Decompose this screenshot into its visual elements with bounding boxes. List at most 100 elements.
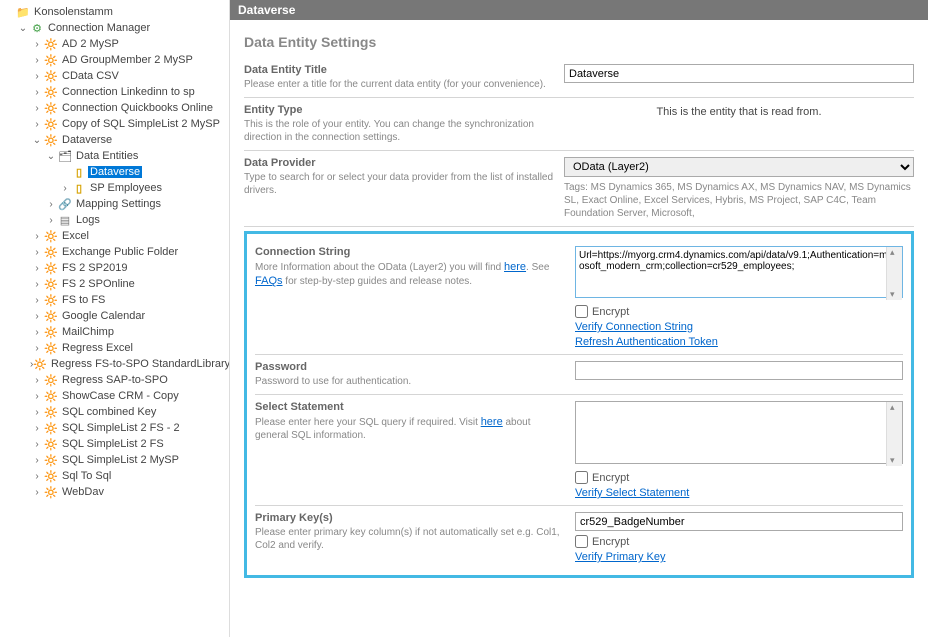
input-entity-title[interactable] [564, 64, 914, 83]
checkbox-conn-encrypt[interactable]: Encrypt [575, 305, 903, 318]
tree-connection[interactable]: ›Sql To Sql [2, 468, 229, 484]
connection-icon [44, 454, 58, 467]
tree-connection[interactable]: ›WebDav [2, 484, 229, 500]
tree-label: Copy of SQL SimpleList 2 MySP [60, 118, 222, 130]
expander-icon[interactable]: › [30, 487, 44, 498]
tree-connection[interactable]: › Copy of SQL SimpleList 2 MySP [2, 116, 229, 132]
expander-icon[interactable]: ⌄ [30, 135, 44, 146]
tree-connection[interactable]: › Connection Linkedinn to sp [2, 84, 229, 100]
select-data-provider[interactable]: OData (Layer2) [564, 157, 914, 177]
input-primary-key[interactable] [575, 512, 903, 531]
expander-icon[interactable]: › [30, 119, 44, 130]
tree-view[interactable]: › Konsolenstamm ⌄ Connection Manager › AD… [0, 0, 230, 637]
tree-connection[interactable]: ›Connection Quickbooks Online [2, 100, 229, 116]
label-password: Password [255, 361, 565, 373]
tree-connection[interactable]: ›SQL SimpleList 2 FS - 2 [2, 420, 229, 436]
expander-icon[interactable]: › [30, 247, 44, 258]
connection-icon [44, 438, 58, 451]
highlighted-settings-box: Connection String More Information about… [244, 231, 914, 578]
expander-icon[interactable]: › [30, 311, 44, 322]
right-pane: Dataverse Data Entity Settings Data Enti… [230, 0, 928, 637]
tree-connection[interactable]: ›FS 2 SPOnline [2, 276, 229, 292]
link-conn-faqs[interactable]: FAQs [255, 275, 283, 287]
tree-connection-dataverse[interactable]: ⌄Dataverse [2, 132, 229, 148]
expander-icon[interactable]: › [30, 55, 44, 66]
expander-icon[interactable]: › [30, 295, 44, 306]
tree-connection[interactable]: ›Regress Excel [2, 340, 229, 356]
tree-connection[interactable]: ›Regress FS-to-SPO StandardLibrary [2, 356, 229, 372]
tree-entity-dataverse[interactable]: ›Dataverse [2, 164, 229, 180]
expander-icon[interactable]: › [58, 183, 72, 194]
expander-icon[interactable]: › [44, 199, 58, 210]
tree-connection[interactable]: › AD 2 MySP [2, 36, 229, 52]
expander-icon[interactable]: › [30, 103, 44, 114]
connection-icon [33, 358, 47, 371]
help-data-provider: Type to search for or select your data p… [244, 171, 554, 197]
scrollbar[interactable] [886, 247, 902, 300]
checkbox-select-encrypt[interactable]: Encrypt [575, 471, 903, 484]
tree-connection[interactable]: ›SQL combined Key [2, 404, 229, 420]
tree-entity-sp-employees[interactable]: ›SP Employees [2, 180, 229, 196]
help-entity-title: Please enter a title for the current dat… [244, 78, 554, 91]
expander-icon[interactable]: › [30, 423, 44, 434]
tree-connection[interactable]: ›SQL SimpleList 2 MySP [2, 452, 229, 468]
tree-label: Regress SAP-to-SPO [60, 374, 170, 386]
expander-icon[interactable]: ⌄ [16, 23, 30, 34]
expander-icon[interactable]: › [30, 439, 44, 450]
input-password[interactable] [575, 361, 903, 380]
textarea-select-statement[interactable] [575, 401, 903, 464]
tree-label: Google Calendar [60, 310, 147, 322]
tree-logs[interactable]: ›Logs [2, 212, 229, 228]
tree-connection[interactable]: › Google Calendar [2, 308, 229, 324]
tree-connection[interactable]: › Regress SAP-to-SPO [2, 372, 229, 388]
link-refresh-token[interactable]: Refresh Authentication Token [575, 336, 903, 348]
tree-connection[interactable]: › MailChimp [2, 324, 229, 340]
tree-data-entities[interactable]: ⌄ Data Entities [2, 148, 229, 164]
expander-icon[interactable]: › [30, 279, 44, 290]
tree-connection[interactable]: ›Exchange Public Folder [2, 244, 229, 260]
expander-icon[interactable]: › [30, 343, 44, 354]
tree-label: Data Entities [74, 150, 140, 162]
expander-icon[interactable]: › [44, 215, 58, 226]
tree-connection[interactable]: ›FS to FS [2, 292, 229, 308]
expander-icon[interactable]: › [30, 87, 44, 98]
scrollbar[interactable] [886, 402, 902, 466]
expander-icon[interactable]: › [30, 391, 44, 402]
tree-connection-manager[interactable]: ⌄ Connection Manager [2, 20, 229, 36]
expander-icon[interactable]: › [30, 327, 44, 338]
textarea-connection-string[interactable]: Url=https://myorg.crm4.dynamics.com/api/… [575, 246, 903, 298]
expander-icon[interactable]: › [30, 71, 44, 82]
label-connection-string: Connection String [255, 246, 565, 258]
tree-connection[interactable]: ›ShowCase CRM - Copy [2, 388, 229, 404]
expander-icon[interactable]: › [30, 231, 44, 242]
tree-connection[interactable]: ›Excel [2, 228, 229, 244]
link-verify-connection[interactable]: Verify Connection String [575, 321, 903, 333]
tree-label: AD GroupMember 2 MySP [60, 54, 195, 66]
expander-icon[interactable]: › [30, 263, 44, 274]
link-verify-pkey[interactable]: Verify Primary Key [575, 551, 903, 563]
expander-icon[interactable]: › [30, 455, 44, 466]
tree-connection[interactable]: › AD GroupMember 2 MySP [2, 52, 229, 68]
tree-mapping-settings[interactable]: ›Mapping Settings [2, 196, 229, 212]
row-entity-title: Data Entity Title Please enter a title f… [244, 58, 914, 98]
expander-icon[interactable]: › [30, 407, 44, 418]
expander-icon[interactable]: › [30, 375, 44, 386]
tree-root[interactable]: › Konsolenstamm [2, 4, 229, 20]
tree-connection[interactable]: ›FS 2 SP2019 [2, 260, 229, 276]
link-select-here[interactable]: here [481, 416, 503, 428]
tree-label: MailChimp [60, 326, 116, 338]
link-conn-here[interactable]: here [504, 261, 526, 273]
checkbox-pkey-encrypt[interactable]: Encrypt [575, 535, 903, 548]
mapping-icon [58, 198, 72, 211]
folder-icon [16, 6, 30, 19]
link-verify-select[interactable]: Verify Select Statement [575, 487, 903, 499]
expander-icon[interactable]: ⌄ [44, 151, 58, 162]
expander-icon[interactable]: › [30, 471, 44, 482]
tree-label: Connection Manager [46, 22, 152, 34]
label-primary-key: Primary Key(s) [255, 512, 565, 524]
expander-icon[interactable]: › [30, 39, 44, 50]
tree-connection[interactable]: ›SQL SimpleList 2 FS [2, 436, 229, 452]
tree-connection[interactable]: ›CData CSV [2, 68, 229, 84]
tree-label: AD 2 MySP [60, 38, 121, 50]
tree-label: Connection Linkedinn to sp [60, 86, 197, 98]
